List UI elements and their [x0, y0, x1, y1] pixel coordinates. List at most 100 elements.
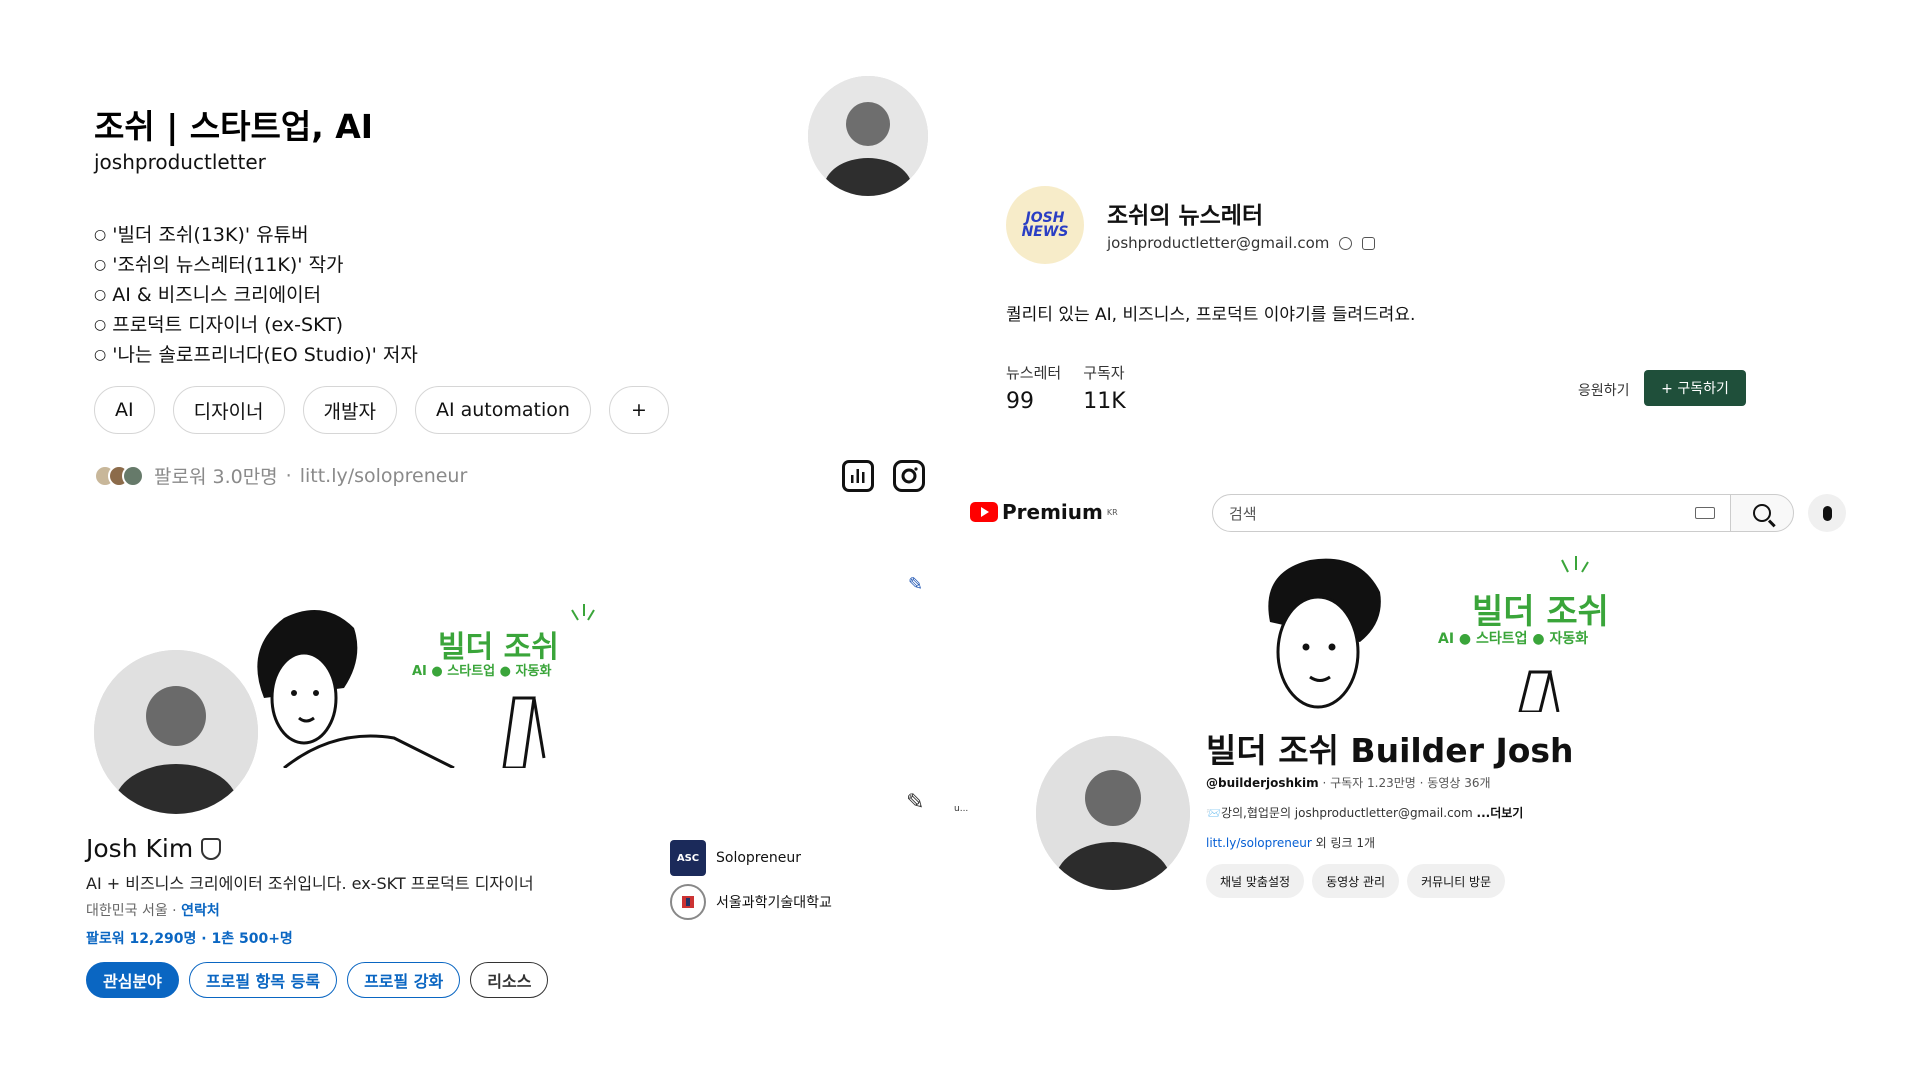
description-text: 📨강의,협업문의 joshproductletter@gmail.com — [1206, 806, 1477, 820]
separator-dot: · — [285, 464, 292, 487]
stat-label: 구독자 — [1083, 364, 1125, 382]
manage-videos-button[interactable]: 동영상 관리 — [1312, 864, 1400, 898]
newsletter-title: 조쉬의 뉴스레터 — [1107, 203, 1264, 229]
bio-line: '나는 솔로프리너다(EO Studio)' 저자 — [94, 340, 418, 370]
youtube-play-icon — [970, 502, 998, 522]
insights-icon[interactable] — [842, 460, 874, 492]
bar-chart-icon — [851, 469, 865, 483]
region-label: KR — [1106, 507, 1118, 517]
person-photo-icon — [94, 650, 258, 814]
banner-subtitle: AI ● 스타트업 ● 자동화 — [412, 664, 552, 679]
bio-line: '조쉬의 뉴스레터(11K)' 작가 — [94, 250, 418, 280]
subscribe-button[interactable]: + 구독하기 — [1644, 370, 1746, 406]
channel-stats: · 구독자 1.23만명 · 동영상 36개 — [1318, 776, 1491, 790]
org-item[interactable]: 서울과학기술대학교 — [670, 880, 832, 924]
tag-designer[interactable]: 디자이너 — [172, 386, 285, 434]
profile-location-row: 대한민국 서울 · 연락처 — [86, 900, 220, 920]
newsletter-logo: JOSH NEWS — [1006, 186, 1084, 264]
open-to-button[interactable]: 관심분야 — [86, 962, 179, 998]
extra-links[interactable]: 외 링크 1개 — [1312, 836, 1375, 850]
stat-value: 11K — [1083, 389, 1126, 414]
enhance-profile-button[interactable]: 프로필 강화 — [347, 962, 461, 998]
youtube-action-buttons: 채널 맞춤설정 동영상 관리 커뮤니티 방문 — [1206, 864, 1506, 898]
channel-link[interactable]: litt.ly/solopreneur — [1206, 836, 1312, 850]
channel-links: litt.ly/solopreneur 외 링크 1개 — [1206, 834, 1375, 851]
org-name: Solopreneur — [716, 850, 801, 866]
more-link[interactable]: ...더보기 — [1477, 806, 1524, 820]
verified-shield-icon[interactable] — [201, 837, 222, 860]
search-button[interactable] — [1730, 494, 1794, 532]
edit-profile-icon[interactable]: ✎ — [906, 790, 924, 815]
voice-search-button[interactable] — [1808, 494, 1846, 532]
bio-line: AI & 비즈니스 크리에이터 — [94, 280, 418, 310]
support-button[interactable]: 응원하기 — [1578, 380, 1630, 400]
seal-emblem-icon — [682, 896, 694, 908]
stat-newsletters: 뉴스레터 99 — [1006, 362, 1061, 414]
linkedin-organizations: ASC Solopreneur 서울과학기술대학교 — [670, 836, 832, 924]
add-tag-button[interactable]: + — [608, 386, 669, 434]
resources-button[interactable]: 리소스 — [470, 962, 549, 998]
contact-info-link[interactable]: 연락처 — [181, 903, 220, 919]
truncated-text: u... — [954, 804, 969, 814]
newsletter-stats: 뉴스레터 99 구독자 11K — [1006, 362, 1126, 414]
add-profile-section-button[interactable]: 프로필 항목 등록 — [188, 962, 338, 998]
threads-handle: joshproductletter — [94, 150, 266, 174]
linkedin-name-row: Josh Kim — [86, 834, 222, 863]
youtube-channel-avatar[interactable] — [1036, 736, 1190, 890]
person-photo-icon — [1036, 736, 1190, 890]
logo-line: NEWS — [1021, 224, 1069, 240]
person-photo-icon — [808, 76, 928, 196]
threads-avatar[interactable] — [808, 76, 928, 196]
banner-title: 빌더 조쉬 — [1472, 592, 1609, 632]
channel-handle: @builderjoshkim — [1206, 776, 1319, 790]
tag-ai[interactable]: AI — [94, 386, 155, 434]
microphone-icon — [1822, 505, 1832, 521]
threads-bio: '빌더 조쉬(13K)' 유튜버 '조쉬의 뉴스레터(11K)' 작가 AI &… — [94, 220, 418, 370]
threads-icon[interactable] — [1339, 236, 1353, 250]
linkedin-icon[interactable] — [1362, 236, 1376, 250]
profile-name: Josh Kim — [86, 834, 194, 863]
follower-avatars — [94, 464, 144, 487]
threads-interest-tags: AI 디자이너 개발자 AI automation + — [94, 386, 669, 434]
threads-profile-title: 조쉬 | 스타트업, AI — [94, 107, 374, 146]
org-item[interactable]: ASC Solopreneur — [670, 836, 832, 880]
customize-channel-button[interactable]: 채널 맞춤설정 — [1206, 864, 1305, 898]
youtube-banner: 빌더 조쉬 AI ● 스타트업 ● 자동화 — [1240, 552, 1670, 714]
university-seal-icon — [670, 884, 706, 920]
profile-link[interactable]: litt.ly/solopreneur — [300, 465, 468, 487]
banner-subtitle: AI ● 스타트업 ● 자동화 — [1438, 631, 1589, 647]
linkedin-action-buttons: 관심분야 프로필 항목 등록 프로필 강화 리소스 — [86, 962, 549, 998]
bio-line: '빌더 조쉬(13K)' 유튜버 — [94, 220, 418, 250]
threads-followers-row: 팔로워 3.0만명 · litt.ly/solopreneur — [94, 462, 467, 489]
channel-meta: @builderjoshkim · 구독자 1.23만명 · 동영상 36개 — [1206, 774, 1491, 791]
newsletter-contact-row: joshproductletter@gmail.com — [1107, 234, 1376, 252]
premium-label: Premium — [1002, 500, 1103, 524]
keyboard-icon[interactable] — [1695, 507, 1715, 519]
instagram-icon[interactable] — [893, 460, 925, 492]
channel-description: 📨강의,협업문의 joshproductletter@gmail.com ...… — [1206, 804, 1523, 821]
channel-name: 빌더 조쉬 Builder Josh — [1206, 731, 1574, 770]
tag-developer[interactable]: 개발자 — [302, 386, 397, 434]
search-icon — [1753, 504, 1771, 522]
profile-location: 대한민국 서울 · — [86, 903, 182, 919]
instagram-glyph-icon — [901, 467, 918, 484]
search-input[interactable]: 검색 — [1212, 494, 1732, 532]
followers-count[interactable]: 팔로워 3.0만명 — [154, 462, 278, 489]
logo-line: JOSH — [1025, 210, 1065, 226]
newsletter-email[interactable]: joshproductletter@gmail.com — [1107, 234, 1329, 252]
search-placeholder: 검색 — [1229, 504, 1257, 523]
stat-value: 99 — [1006, 389, 1034, 414]
youtube-premium-logo[interactable]: Premium KR — [970, 500, 1118, 524]
profile-headline: AI + 비즈니스 크리에이터 조쉬입니다. ex-SKT 프로덕트 디자이너 — [86, 874, 534, 893]
linkedin-avatar[interactable] — [90, 646, 262, 818]
edit-banner-icon[interactable]: ✎ — [908, 574, 923, 595]
stat-label: 뉴스레터 — [1006, 364, 1062, 382]
stat-subscribers: 구독자 11K — [1083, 362, 1125, 414]
bio-line: 프로덕트 디자이너 (ex-SKT) — [94, 310, 418, 340]
connection-counts[interactable]: 팔로워 12,290명 · 1촌 500+명 — [86, 928, 293, 948]
org-name: 서울과학기술대학교 — [716, 895, 832, 911]
visit-community-button[interactable]: 커뮤니티 방문 — [1407, 864, 1506, 898]
tag-ai-automation[interactable]: AI automation — [414, 386, 591, 434]
org-logo: ASC — [670, 840, 706, 876]
newsletter-description: 퀄리티 있는 AI, 비즈니스, 프로덕트 이야기를 들려드려요. — [1006, 305, 1416, 325]
